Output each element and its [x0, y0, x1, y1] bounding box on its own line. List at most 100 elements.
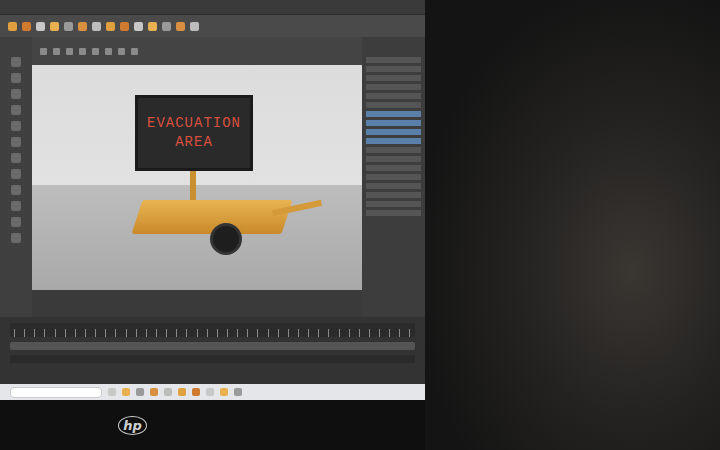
- tool-icon[interactable]: [120, 22, 129, 31]
- timeline-tick: [268, 329, 269, 337]
- tool-icon[interactable]: [36, 22, 45, 31]
- app-icon[interactable]: [122, 388, 130, 396]
- app-icon[interactable]: [220, 388, 228, 396]
- tool-icon[interactable]: [11, 57, 21, 67]
- tool-icon[interactable]: [50, 22, 59, 31]
- attribute-row[interactable]: [366, 210, 421, 216]
- tool-icon[interactable]: [162, 22, 171, 31]
- toolbox: [0, 37, 32, 317]
- tool-icon[interactable]: [11, 201, 21, 211]
- app-icon[interactable]: [150, 388, 158, 396]
- attribute-row[interactable]: [366, 156, 421, 162]
- timeline-tick: [349, 329, 350, 337]
- app-icon[interactable]: [108, 388, 116, 396]
- attribute-row[interactable]: [366, 57, 421, 63]
- attribute-row[interactable]: [366, 138, 421, 144]
- command-line[interactable]: [10, 355, 415, 363]
- tool-icon[interactable]: [8, 22, 17, 31]
- timeline-tick: [227, 329, 228, 337]
- app-icon[interactable]: [206, 388, 214, 396]
- app-icon[interactable]: [234, 388, 242, 396]
- attribute-row[interactable]: [366, 129, 421, 135]
- timeline-tick: [308, 329, 309, 337]
- timeline-tick: [55, 329, 56, 337]
- tool-icon[interactable]: [11, 217, 21, 227]
- attribute-row[interactable]: [366, 66, 421, 72]
- tool-icon[interactable]: [22, 22, 31, 31]
- tool-icon[interactable]: [11, 169, 21, 179]
- workspace: EVACUATIONAREA: [0, 37, 425, 317]
- tool-icon[interactable]: [134, 22, 143, 31]
- timeline-tick: [146, 329, 147, 337]
- attribute-row[interactable]: [366, 111, 421, 117]
- attribute-row[interactable]: [366, 174, 421, 180]
- tool-icon[interactable]: [11, 185, 21, 195]
- tool-icon[interactable]: [92, 22, 101, 31]
- sign-post: [190, 171, 196, 201]
- attribute-row[interactable]: [366, 147, 421, 153]
- attribute-row[interactable]: [366, 93, 421, 99]
- app-icon[interactable]: [164, 388, 172, 396]
- viewport-tool-icon[interactable]: [79, 48, 86, 55]
- timeline-tick: [379, 329, 380, 337]
- timeline-tick: [14, 329, 15, 337]
- timeline-tick: [156, 329, 157, 337]
- tool-icon[interactable]: [11, 105, 21, 115]
- app-icon[interactable]: [192, 388, 200, 396]
- message-sign: EVACUATIONAREA: [135, 95, 253, 171]
- app-icon[interactable]: [178, 388, 186, 396]
- timeline-tick: [95, 329, 96, 337]
- monitor: EVACUATIONAREAhp: [0, 0, 425, 450]
- attribute-row[interactable]: [366, 120, 421, 126]
- tool-icon[interactable]: [11, 73, 21, 83]
- tool-icon[interactable]: [11, 89, 21, 99]
- app-icon[interactable]: [136, 388, 144, 396]
- timeline-tick: [75, 329, 76, 337]
- tool-icon[interactable]: [11, 137, 21, 147]
- tool-icon[interactable]: [11, 121, 21, 131]
- tool-icon[interactable]: [106, 22, 115, 31]
- timeline-tick: [288, 329, 289, 337]
- tool-icon[interactable]: [64, 22, 73, 31]
- timeline-tick: [217, 329, 218, 337]
- range-slider[interactable]: [10, 342, 415, 350]
- viewport-tool-icon[interactable]: [40, 48, 47, 55]
- tool-icon[interactable]: [148, 22, 157, 31]
- timeline: [0, 317, 425, 384]
- timeline-tick: [24, 329, 25, 337]
- viewport-panel: EVACUATIONAREA: [32, 37, 362, 317]
- timeline-tick: [44, 329, 45, 337]
- tool-icon[interactable]: [190, 22, 199, 31]
- attribute-row[interactable]: [366, 84, 421, 90]
- tool-icon[interactable]: [176, 22, 185, 31]
- attribute-row[interactable]: [366, 201, 421, 207]
- viewport-tool-icon[interactable]: [66, 48, 73, 55]
- tool-icon[interactable]: [78, 22, 87, 31]
- taskbar-search[interactable]: [10, 387, 102, 398]
- viewport-tool-icon[interactable]: [118, 48, 125, 55]
- attribute-row[interactable]: [366, 102, 421, 108]
- timeline-tick: [65, 329, 66, 337]
- viewport-tool-icon[interactable]: [53, 48, 60, 55]
- tool-icon[interactable]: [11, 233, 21, 243]
- timeline-tick: [186, 329, 187, 337]
- timeline-tick: [318, 329, 319, 337]
- menu-bar: [0, 0, 425, 15]
- viewport-tool-icon[interactable]: [131, 48, 138, 55]
- attribute-row[interactable]: [366, 183, 421, 189]
- attribute-row[interactable]: [366, 165, 421, 171]
- timeline-tick: [339, 329, 340, 337]
- viewport-tool-icon[interactable]: [92, 48, 99, 55]
- person-blur: [425, 0, 720, 450]
- timeline-tick: [207, 329, 208, 337]
- timeline-tick: [85, 329, 86, 337]
- timeline-tick: [257, 329, 258, 337]
- tool-icon[interactable]: [11, 153, 21, 163]
- photo: EVACUATIONAREAhp: [0, 0, 720, 450]
- timeline-tick: [237, 329, 238, 337]
- timeline-tick: [278, 329, 279, 337]
- timeline-tick: [369, 329, 370, 337]
- viewport-tool-icon[interactable]: [105, 48, 112, 55]
- attribute-row[interactable]: [366, 75, 421, 81]
- attribute-row[interactable]: [366, 192, 421, 198]
